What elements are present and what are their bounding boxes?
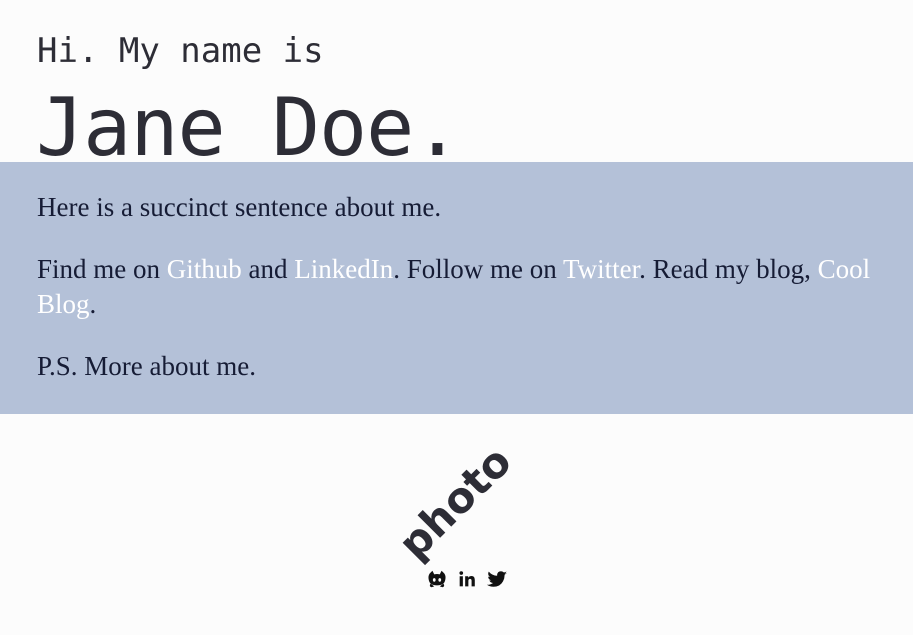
photo-label: photo [388,436,521,569]
page: Hi. My name is Jane Doe. Here is a succi… [0,0,913,635]
linkedin-icon [459,571,475,587]
twitter-link[interactable]: Twitter [563,254,639,284]
twitter-icon-link[interactable] [486,568,508,590]
about-sentence: Here is a succinct sentence about me. [37,192,442,222]
read-text: . Read my blog, [639,254,818,284]
twitter-icon [486,571,508,587]
github-icon [428,570,446,588]
about-section: Here is a succinct sentence about me. Fi… [0,162,913,414]
github-link[interactable]: Github [167,254,242,284]
links-paragraph: Find me on Github and LinkedIn. Follow m… [37,252,876,322]
period-text: . [89,289,97,319]
ps-text: P.S. More about me. [37,351,256,381]
social-links [426,568,508,590]
and-text: and [241,254,295,284]
follow-text: . Follow me on [393,254,564,284]
name-heading: Jane Doe. [36,81,461,174]
find-prefix-text: Find me on [37,254,167,284]
photo-placeholder: photo [382,436,532,568]
intro-text: Hi. My name is [37,31,324,71]
github-icon-link[interactable] [426,568,448,590]
linkedin-link[interactable]: LinkedIn [294,254,393,284]
linkedin-icon-link[interactable] [456,568,478,590]
